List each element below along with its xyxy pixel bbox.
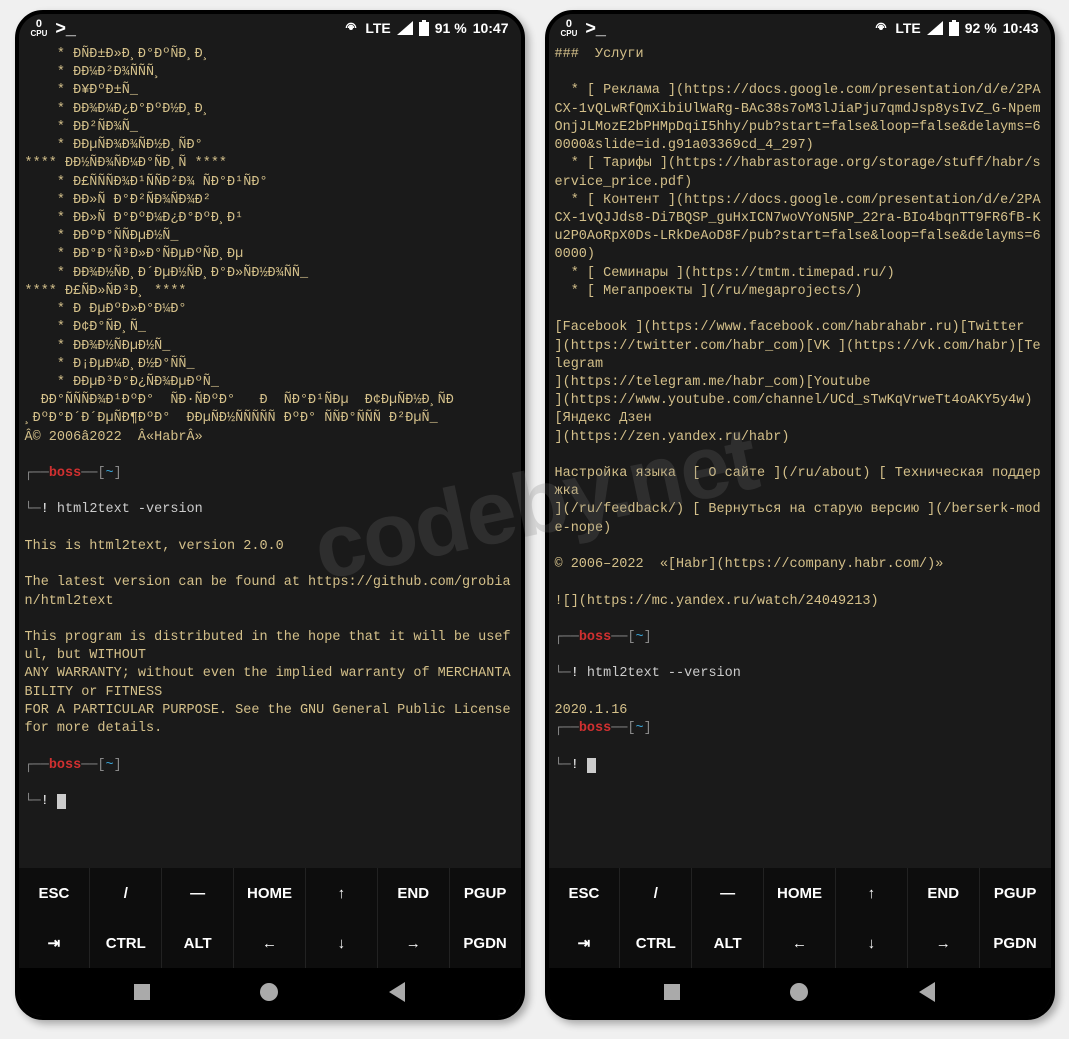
battery-percent: 91 % xyxy=(435,20,467,36)
key-end[interactable]: END xyxy=(378,868,450,918)
hotspot-icon xyxy=(873,20,889,36)
key-ctrl[interactable]: CTRL xyxy=(620,918,692,968)
key-home[interactable]: HOME xyxy=(764,868,836,918)
hotspot-icon xyxy=(343,20,359,36)
key-row-1: ESC / — HOME ↑ END PGUP xyxy=(19,868,521,918)
command-line[interactable]: └─! xyxy=(25,793,515,811)
cpu-icon: 0 CPU xyxy=(31,19,48,38)
status-bar: 0 CPU >_ LTE 91 % 10:47 xyxy=(19,14,521,42)
key-down[interactable]: ↓ xyxy=(306,918,378,968)
key-end[interactable]: END xyxy=(908,868,980,918)
key-down[interactable]: ↓ xyxy=(836,918,908,968)
version-output: This is html2text, version 2.0.0 The lat… xyxy=(25,539,519,736)
key-row-1: ESC / — HOME ↑ END PGUP xyxy=(549,868,1051,918)
prompt-line: ┌──boss──[~] xyxy=(555,720,1045,738)
battery-icon xyxy=(419,20,429,36)
key-right[interactable]: → xyxy=(908,918,980,968)
key-row-2: ⇥ CTRL ALT ← ↓ → PGDN xyxy=(19,918,521,968)
home-button[interactable] xyxy=(260,983,278,1001)
key-up[interactable]: ↑ xyxy=(306,868,378,918)
prompt-line: ┌──boss──[~] xyxy=(25,465,515,483)
key-right[interactable]: → xyxy=(378,918,450,968)
key-tab[interactable]: ⇥ xyxy=(549,918,621,968)
command-line[interactable]: └─! html2text --version xyxy=(555,665,1045,683)
back-button[interactable] xyxy=(919,982,935,1002)
phone-right: 0 CPU >_ LTE 92 % 10:43 ### Услуги * [ Р… xyxy=(545,10,1055,1020)
recents-button[interactable] xyxy=(664,984,680,1000)
key-slash[interactable]: / xyxy=(620,868,692,918)
key-left[interactable]: ← xyxy=(764,918,836,968)
key-alt[interactable]: ALT xyxy=(692,918,764,968)
battery-percent: 92 % xyxy=(965,20,997,36)
home-button[interactable] xyxy=(790,983,808,1001)
key-slash[interactable]: / xyxy=(90,868,162,918)
version-output: 2020.1.16 xyxy=(555,703,628,718)
terminal-text-block: * ÐÑÐ±Ð»Ð¸Ð°ÐºÑÐ¸Ð¸ * ÐÐ¼Ð²Ð¾ÑÑÑ¸ * Ð¥Ðº… xyxy=(25,47,454,445)
back-button[interactable] xyxy=(389,982,405,1002)
key-esc[interactable]: ESC xyxy=(19,868,91,918)
cursor xyxy=(57,794,66,809)
key-tab[interactable]: ⇥ xyxy=(19,918,91,968)
signal-icon xyxy=(927,21,943,35)
key-ctrl[interactable]: CTRL xyxy=(90,918,162,968)
prompt-line: ┌──boss──[~] xyxy=(25,757,515,775)
status-bar: 0 CPU >_ LTE 92 % 10:43 xyxy=(549,14,1051,42)
network-label: LTE xyxy=(895,20,920,36)
key-pgup[interactable]: PGUP xyxy=(980,868,1051,918)
key-dash[interactable]: — xyxy=(162,868,234,918)
cursor xyxy=(587,758,596,773)
key-pgdn[interactable]: PGDN xyxy=(450,918,521,968)
key-dash[interactable]: — xyxy=(692,868,764,918)
key-pgup[interactable]: PGUP xyxy=(450,868,521,918)
terminal-icon: >_ xyxy=(585,18,606,39)
phone-left: 0 CPU >_ LTE 91 % 10:47 * ÐÑÐ±Ð»Ð¸Ð°ÐºÑÐ… xyxy=(15,10,525,1020)
signal-icon xyxy=(397,21,413,35)
battery-icon xyxy=(949,20,959,36)
prompt-line: ┌──boss──[~] xyxy=(555,629,1045,647)
key-left[interactable]: ← xyxy=(234,918,306,968)
command-line[interactable]: └─! html2text -version xyxy=(25,501,515,519)
key-pgdn[interactable]: PGDN xyxy=(980,918,1051,968)
terminal-output[interactable]: * ÐÑÐ±Ð»Ð¸Ð°ÐºÑÐ¸Ð¸ * ÐÐ¼Ð²Ð¾ÑÑÑ¸ * Ð¥Ðº… xyxy=(19,42,521,868)
key-esc[interactable]: ESC xyxy=(549,868,621,918)
key-home[interactable]: HOME xyxy=(234,868,306,918)
terminal-icon: >_ xyxy=(55,18,76,39)
cpu-icon: 0 CPU xyxy=(561,19,578,38)
key-row-2: ⇥ CTRL ALT ← ↓ → PGDN xyxy=(549,918,1051,968)
android-navbar xyxy=(19,968,521,1016)
network-label: LTE xyxy=(365,20,390,36)
android-navbar xyxy=(549,968,1051,1016)
clock: 10:43 xyxy=(1003,20,1039,36)
recents-button[interactable] xyxy=(134,984,150,1000)
terminal-output[interactable]: ### Услуги * [ Реклама ](https://docs.go… xyxy=(549,42,1051,868)
command-line[interactable]: └─! xyxy=(555,757,1045,775)
terminal-text-block: ### Услуги * [ Реклама ](https://docs.go… xyxy=(555,47,1041,609)
key-up[interactable]: ↑ xyxy=(836,868,908,918)
clock: 10:47 xyxy=(473,20,509,36)
key-alt[interactable]: ALT xyxy=(162,918,234,968)
